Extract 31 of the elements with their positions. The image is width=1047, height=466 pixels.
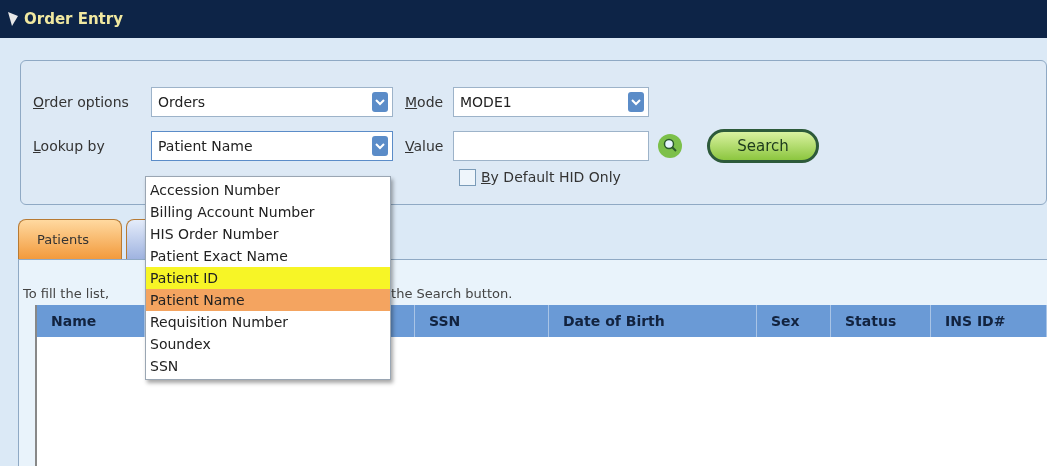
dropdown-option[interactable]: Patient ID (146, 267, 390, 289)
dropdown-option[interactable]: Patient Name (146, 289, 390, 311)
by-default-hid-only-label: By Default HID Only (481, 169, 621, 185)
lookup-by-dropdown[interactable]: Patient Name (151, 131, 393, 161)
hint-text: the Search button. (391, 286, 513, 301)
dropdown-option[interactable]: Accession Number (146, 179, 390, 201)
search-icon[interactable] (657, 133, 683, 159)
order-options-dropdown[interactable]: Orders (151, 87, 393, 117)
dropdown-option[interactable]: Soundex (146, 333, 390, 355)
app-icon (8, 12, 18, 26)
tab[interactable]: Patients (18, 219, 122, 259)
column-header[interactable]: INS ID# (931, 305, 1047, 337)
mode-label: Mode (405, 94, 445, 110)
dropdown-option[interactable]: Billing Account Number (146, 201, 390, 223)
column-header[interactable]: Status (831, 305, 931, 337)
window-title: Order Entry (24, 10, 123, 28)
mode-dropdown[interactable]: MODE1 (453, 87, 649, 117)
search-button[interactable]: Search (707, 129, 819, 163)
dropdown-option[interactable]: Requisition Number (146, 311, 390, 333)
dropdown-option[interactable]: SSN (146, 355, 390, 377)
column-header[interactable]: Sex (757, 305, 831, 337)
value-label: Value (405, 138, 445, 154)
dropdown-option[interactable]: HIS Order Number (146, 223, 390, 245)
checkbox[interactable] (459, 168, 476, 186)
hint-text: To fill the list, (23, 286, 110, 301)
order-options-label: Order options (33, 94, 130, 110)
value-field[interactable] (453, 131, 649, 161)
column-header[interactable]: Date of Birth (549, 305, 757, 337)
column-header[interactable]: SSN (415, 305, 549, 337)
dropdown-option[interactable]: Patient Exact Name (146, 245, 390, 267)
lookup-by-label: Lookup by (33, 138, 106, 154)
